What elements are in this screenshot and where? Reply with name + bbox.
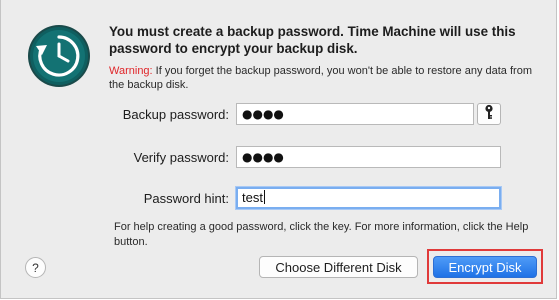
backup-password-field[interactable]: ●●●● [236,103,474,125]
help-button[interactable]: ? [25,257,46,278]
password-hint-value: test [242,190,263,205]
warning-message: Warning: If you forget the backup passwo… [109,64,539,92]
choose-different-disk-button[interactable]: Choose Different Disk [259,256,418,278]
password-hint-label: Password hint: [143,191,229,206]
verify-password-label: Verify password: [133,150,229,165]
key-icon [484,104,494,125]
warning-text: If you forget the backup password, you w… [109,65,532,91]
verify-password-field[interactable]: ●●●● [236,146,501,168]
help-text: For help creating a good password, click… [114,221,529,248]
text-caret [263,190,265,204]
password-hint-field[interactable]: test [236,187,501,209]
encrypt-disk-button[interactable]: Encrypt Disk [433,256,537,278]
dialog-title: You must create a backup password. Time … [109,24,516,56]
encrypt-backup-sheet: You must create a backup password. Time … [0,0,557,299]
warning-label: Warning: [109,65,153,77]
backup-password-label: Backup password: [122,107,229,122]
time-machine-icon [27,24,91,88]
password-assistant-button[interactable] [477,103,501,125]
